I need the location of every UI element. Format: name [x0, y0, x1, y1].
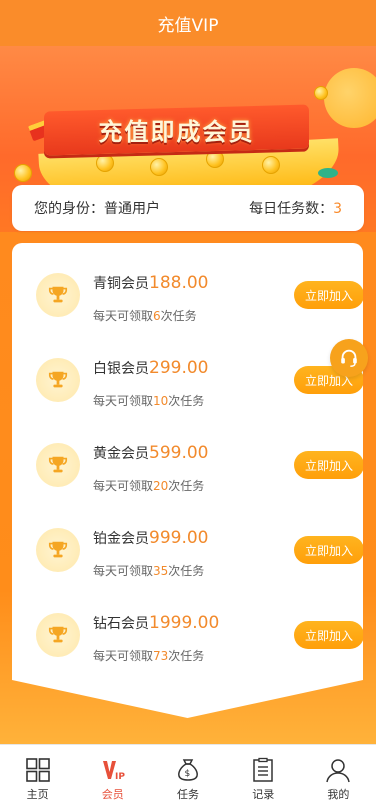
list-item-level: 铂金会员999.00 每天可领取35次任务 立即加入	[24, 522, 363, 592]
svg-text:$: $	[185, 769, 191, 779]
tab-label: 主页	[26, 788, 49, 801]
identity-bar: 您的身份：普通用户 每日任务数：3	[12, 185, 364, 231]
tab-home[interactable]: 主页	[0, 745, 75, 807]
level-name: 钻石会员1999.00	[93, 613, 220, 633]
join-button[interactable]: 立即加入	[294, 536, 363, 564]
level-task-info: 每天可领取20次任务	[93, 479, 205, 493]
coin-icon	[262, 156, 280, 174]
join-button[interactable]: 立即加入	[294, 621, 363, 649]
identity-label: 您的身份：普通用户	[34, 201, 160, 217]
tab-records[interactable]: 记录	[226, 745, 301, 807]
clipboard-icon	[253, 757, 273, 782]
list-item-level: 黄金会员599.00 每天可领取20次任务 立即加入	[24, 437, 363, 507]
trophy-icon	[36, 443, 80, 487]
coin-icon	[96, 154, 114, 172]
trophy-icon	[36, 528, 80, 572]
level-task-info: 每天可领取73次任务	[93, 649, 205, 663]
list-item-level: 钻石会员1999.00 每天可领取73次任务 立即加入	[24, 607, 363, 677]
vip-icon: IP	[102, 761, 125, 782]
headset-icon	[341, 349, 357, 367]
page-header: 充值VIP	[0, 0, 376, 46]
level-price: 188.00	[149, 273, 209, 293]
level-price: 599.00	[149, 443, 209, 463]
customer-service-button[interactable]	[330, 339, 368, 377]
daily-task-count: 每日任务数：3	[249, 201, 342, 217]
level-name: 黄金会员599.00	[93, 443, 209, 463]
money-bag-icon: $	[178, 759, 198, 781]
level-price: 1999.00	[149, 613, 220, 633]
tab-label: 任务	[177, 788, 199, 801]
user-icon	[326, 759, 351, 783]
level-price: 299.00	[149, 358, 209, 378]
svg-text:IP: IP	[115, 772, 125, 782]
coin-icon	[206, 150, 224, 168]
bottom-tab-bar: 主页 IP 会员 $ 任务 记录 我的	[0, 744, 376, 807]
join-button[interactable]: 立即加入	[294, 281, 363, 309]
level-name: 白银会员299.00	[93, 358, 209, 378]
tab-label: 记录	[252, 788, 275, 801]
join-button[interactable]: 立即加入	[294, 451, 363, 479]
sun-decoration	[324, 68, 376, 128]
membership-list: 青铜会员188.00 每天可领取6次任务 立即加入 白银会员299.00 每天可…	[12, 243, 363, 718]
trophy-icon	[36, 358, 80, 402]
coin-icon	[14, 164, 32, 182]
level-name: 青铜会员188.00	[93, 273, 209, 293]
level-task-info: 每天可领取10次任务	[93, 394, 205, 408]
level-name: 铂金会员999.00	[93, 528, 209, 548]
coin-icon	[150, 158, 168, 176]
banner-title: 充值即成会员	[98, 118, 255, 146]
tab-tasks[interactable]: $ 任务	[150, 745, 225, 807]
grid-icon	[25, 758, 50, 782]
coin-icon	[314, 86, 328, 100]
tab-vip[interactable]: IP 会员	[75, 745, 150, 807]
gem-decoration	[318, 168, 338, 178]
trophy-icon	[36, 613, 80, 657]
level-task-info: 每天可领取35次任务	[93, 564, 205, 578]
tab-mine[interactable]: 我的	[301, 745, 376, 807]
trophy-icon	[36, 273, 80, 317]
page-title: 充值VIP	[157, 15, 219, 36]
level-task-info: 每天可领取6次任务	[93, 309, 197, 323]
tab-label: 我的	[327, 788, 350, 801]
list-item-level: 白银会员299.00 每天可领取10次任务 立即加入	[24, 352, 363, 422]
tab-label: 会员	[101, 788, 124, 801]
level-price: 999.00	[149, 528, 209, 548]
list-item-level: 青铜会员188.00 每天可领取6次任务 立即加入	[24, 267, 363, 337]
